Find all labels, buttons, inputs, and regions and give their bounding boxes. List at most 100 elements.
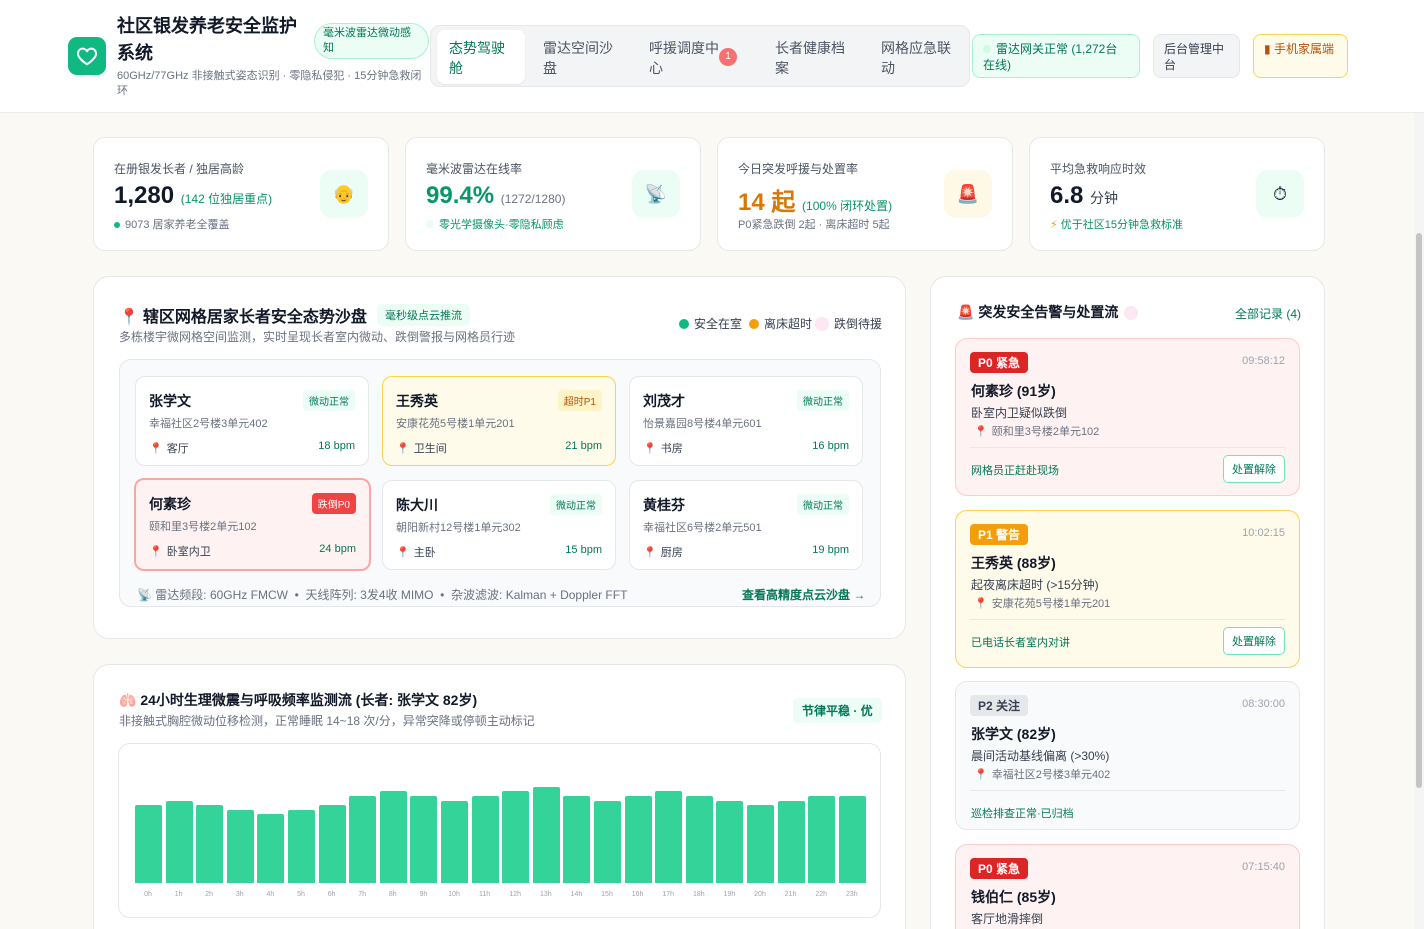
stat-label: 在册银发长者 / 独居高龄 — [114, 162, 245, 176]
radar-small-icon: 📡 — [137, 588, 156, 602]
elder-room: 📍 卫生间 — [396, 443, 447, 455]
x-tick-label: 10h — [448, 891, 460, 898]
scrollbar-thumb[interactable] — [1416, 233, 1422, 788]
siren-icon: 🚨 — [944, 170, 992, 218]
legend-fall: 跌倒待援 — [815, 315, 882, 332]
alert-level: P0 紧急 — [970, 858, 1029, 879]
admin-button[interactable]: 后台管理中台 — [1153, 34, 1240, 78]
alert-time: 09:58:12 — [1242, 355, 1285, 367]
siren-small-icon: 🚨 — [957, 304, 979, 320]
app-header: 社区银发养老安全监护系统 毫米波雷达微动感知 60GHz/77GHz 非接触式姿… — [0, 0, 1424, 113]
gateway-label: 雷达网关正常 (1,272台在线) — [983, 42, 1118, 72]
x-tick-label: 2h — [205, 891, 214, 898]
alert-desc: 客厅地滑摔倒 — [971, 912, 1044, 926]
stat-value: 1,280 (142 位独居重点) — [114, 182, 273, 209]
pin-icon: 📍 — [974, 769, 988, 781]
phone-icon: ▮ — [1264, 42, 1274, 56]
alert-card: P0 紧急 07:15:40 钱伯仁 (85岁) 客厅地滑摔倒 — [955, 844, 1300, 929]
elder-name: 黄桂芬 — [643, 497, 685, 513]
stopwatch-icon: ⏱ — [1256, 170, 1304, 218]
chart-bar — [716, 800, 744, 883]
radar-spec: 📡 雷达频段: 60GHz FMCW • 天线阵列: 3发4收 MIMO • 杂… — [137, 588, 628, 602]
pointcloud-tag: 毫秒级点云推流 — [377, 304, 470, 326]
x-tick-label: 4h — [266, 891, 275, 898]
chart-bar — [288, 809, 315, 883]
elder-card[interactable]: 黄桂芬 微动正常 幸福社区6号楼2单元501 📍 厨房 19 bpm — [629, 480, 863, 570]
resolve-button[interactable]: 处置解除 — [1223, 627, 1285, 655]
stat-card-radar: 毫米波雷达在线率 99.4% (1272/1280) 零光学摄像头·零隐私顾虑 … — [405, 137, 701, 251]
alert-time: 08:30:00 — [1242, 698, 1285, 710]
stat-label: 平均急救响应时效 — [1050, 162, 1147, 176]
pin-icon: 📍 — [149, 546, 163, 558]
x-tick-label: 21h — [784, 891, 797, 898]
elder-address: 安康花苑5号楼1单元201 — [396, 418, 515, 430]
tab-dispatch-center[interactable]: 呼援调度中心 1 — [637, 30, 737, 84]
alert-status: 已电话长者室内对讲 — [971, 637, 1070, 649]
x-tick-label: 12h — [509, 891, 522, 898]
chart-bar — [532, 786, 560, 883]
stat-card-response: 平均急救响应时效 6.8 分钟 ⚡ 优于社区15分钟急救标准 ⏱ — [1029, 137, 1325, 251]
status-badge: 超时P1 — [557, 390, 602, 411]
chart-bar — [838, 795, 866, 883]
mobile-label: 手机家属端 — [1273, 42, 1334, 56]
alert-name: 钱伯仁 (85岁) — [971, 889, 1056, 905]
gateway-status[interactable]: 雷达网关正常 (1,272台在线) — [972, 34, 1140, 78]
alert-name: 何素珍 (91岁) — [971, 383, 1056, 399]
elder-card[interactable]: 刘茂才 微动正常 怡景嘉园8号楼4单元601 📍 书房 16 bpm — [629, 376, 863, 466]
status-badge: 微动正常 — [303, 390, 355, 411]
alert-desc: 卧室内卫疑似跌倒 — [971, 406, 1068, 420]
elder-room: 📍 书房 — [643, 443, 683, 455]
chart-bar — [135, 805, 162, 883]
radar-icon: 📡 — [632, 170, 680, 218]
tab-radar-sandbox[interactable]: 雷达空间沙盘 — [531, 30, 627, 84]
chart-bar — [808, 795, 836, 883]
elder-bpm: 15 bpm — [565, 544, 602, 556]
stat-label: 毫米波雷达在线率 — [426, 162, 523, 176]
alert-level: P2 关注 — [970, 695, 1029, 716]
x-tick-label: 22h — [815, 891, 828, 898]
elder-room: 📍 主卧 — [396, 547, 436, 559]
tab-health-records[interactable]: 长者健康档案 — [763, 30, 859, 84]
pin-icon: 📍 — [974, 598, 988, 610]
stat-note: ⚡ 优于社区15分钟急救标准 — [1050, 219, 1184, 231]
elder-bpm: 18 bpm — [318, 440, 355, 452]
all-records-link[interactable]: 全部记录 (4) — [1235, 305, 1301, 322]
resolve-button[interactable]: 处置解除 — [1223, 455, 1285, 483]
app-subtitle: 60GHz/77GHz 非接触式姿态识别 · 零隐私侵犯 · 15分钟急救闭环 — [117, 70, 422, 97]
x-tick-label: 6h — [327, 891, 336, 898]
tab-dispatch-label: 呼援调度中心 — [649, 40, 719, 76]
stat-card-elders: 在册银发长者 / 独居高龄 1,280 (142 位独居重点) 9073 居家养… — [93, 137, 389, 251]
x-tick-label: 16h — [631, 891, 644, 898]
stat-value: 99.4% (1272/1280) — [426, 182, 566, 209]
chart-bar — [165, 800, 193, 883]
alert-dot-icon — [1124, 306, 1139, 321]
tab-dashboard[interactable]: 态势驾驶舱 — [437, 30, 525, 84]
pin-icon: 📍 — [119, 309, 139, 326]
app-title: 社区银发养老安全监护系统 — [117, 16, 297, 63]
heart-logo-icon — [68, 37, 106, 75]
elder-address: 颐和里3号楼2单元102 — [149, 521, 257, 533]
x-tick-label: 9h — [419, 891, 428, 898]
elder-name: 何素珍 — [149, 496, 191, 512]
pointcloud-link[interactable]: 查看高精度点云沙盘 → — [742, 586, 865, 603]
elder-card[interactable]: 陈大川 微动正常 朝阳新村12号楼1单元302 📍 主卧 15 bpm — [382, 480, 616, 570]
chart-bar — [441, 800, 468, 883]
alert-level: P1 警告 — [970, 524, 1029, 545]
x-tick-label: 7h — [358, 891, 367, 898]
vitals-subtitle: 非接触式胸腔微动位移检测，正常睡眠 14~18 次/分，异常突降或停顿主动标记 — [119, 714, 535, 728]
x-tick-label: 1h — [174, 891, 183, 898]
rhythm-badge: 节律平稳 · 优 — [793, 698, 882, 723]
status-badge: 微动正常 — [797, 494, 849, 515]
elder-card[interactable]: 王秀英 超时P1 安康花苑5号楼1单元201 📍 卫生间 21 bpm — [382, 376, 616, 466]
tab-grid-emergency[interactable]: 网格应急联动 — [869, 30, 965, 84]
alert-location: 📍 安康花苑5号楼1单元201 — [974, 598, 1111, 610]
alert-name: 张学文 (82岁) — [971, 726, 1056, 742]
chart-bar — [196, 805, 224, 883]
elder-icon: 👴 — [320, 170, 368, 218]
mobile-family-button[interactable]: ▮ 手机家属端 — [1253, 34, 1348, 78]
alert-time: 07:15:40 — [1242, 861, 1285, 873]
elder-card[interactable]: 张学文 微动正常 幸福社区2号楼3单元402 📍 客厅 18 bpm — [135, 376, 369, 466]
alert-status: 巡检排查正常·已归档 — [971, 808, 1074, 820]
elder-card[interactable]: 何素珍 跌倒P0 颐和里3号楼2单元102 📍 卧室内卫 24 bpm — [134, 478, 371, 571]
page-scrollbar[interactable] — [1414, 113, 1424, 929]
